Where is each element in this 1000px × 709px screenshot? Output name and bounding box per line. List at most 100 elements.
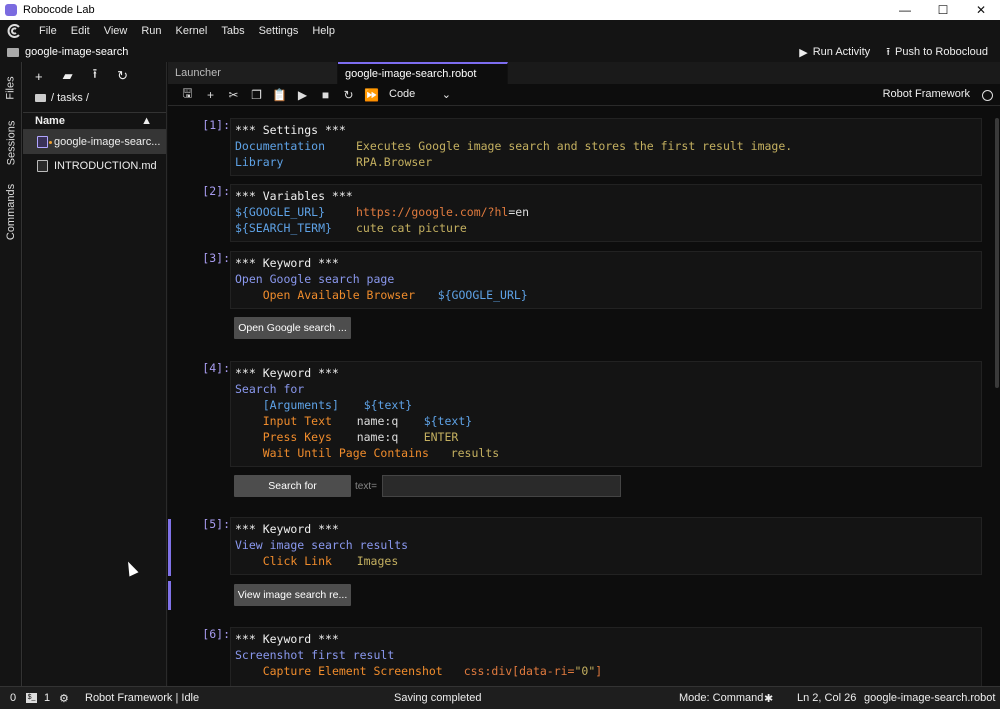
status-count-0[interactable]: 0 bbox=[10, 692, 16, 704]
new-launcher-icon[interactable]: + bbox=[35, 69, 43, 84]
status-bar: 0 $_ 1 ⚙ Robot Framework | Idle Saving c… bbox=[0, 686, 1000, 709]
saving-status: Saving completed bbox=[394, 692, 482, 704]
robot-file-icon bbox=[37, 136, 48, 148]
tab-commands[interactable]: Commands bbox=[0, 182, 22, 242]
refresh-icon[interactable]: ↻ bbox=[117, 68, 128, 84]
file-list-header[interactable]: Name ▲ bbox=[23, 112, 166, 130]
copy-icon[interactable]: ❐ bbox=[245, 88, 268, 102]
folder-icon bbox=[7, 47, 19, 57]
code-cell[interactable]: [1]: *** Settings *** Documentation Execu… bbox=[168, 118, 990, 176]
code-text: Open Google search page bbox=[235, 272, 395, 286]
code-text: name:q bbox=[356, 414, 399, 428]
kernel-name[interactable]: Robot Framework bbox=[883, 88, 970, 100]
minimize-button[interactable]: — bbox=[886, 0, 924, 20]
menu-help[interactable]: Help bbox=[305, 25, 342, 37]
file-item[interactable]: INTRODUCTION.md bbox=[23, 154, 166, 178]
code-text: *** Keyword *** bbox=[235, 256, 339, 270]
code-cell[interactable]: [6]: *** Keyword *** Screenshot first re… bbox=[168, 627, 990, 686]
cursor-position[interactable]: Ln 2, Col 26 bbox=[797, 692, 856, 704]
menu-edit[interactable]: Edit bbox=[64, 25, 97, 37]
bug-icon: ✱ bbox=[764, 693, 774, 705]
window-title: Robocode Lab bbox=[23, 4, 95, 16]
maximize-button[interactable]: ☐ bbox=[924, 0, 962, 20]
add-cell-icon[interactable]: + bbox=[199, 88, 222, 102]
code-text: *** Keyword *** bbox=[235, 366, 339, 380]
run-activity-button[interactable]: ▶ Run Activity bbox=[799, 46, 870, 59]
fast-forward-icon[interactable]: ⏩ bbox=[360, 88, 383, 102]
code-text: View image search results bbox=[235, 538, 409, 552]
restart-icon[interactable]: ↻ bbox=[337, 88, 360, 102]
cell-prompt: [1]: bbox=[202, 118, 230, 132]
menu-view[interactable]: View bbox=[97, 25, 135, 37]
chevron-down-icon: ⌄ bbox=[441, 89, 451, 101]
file-name: INTRODUCTION.md bbox=[54, 160, 157, 172]
search-text-input[interactable] bbox=[382, 475, 621, 497]
document-tabbar: Launcher google-image-search.robot bbox=[168, 62, 1000, 84]
cell-editor[interactable]: *** Keyword *** Open Google search page … bbox=[230, 251, 982, 309]
code-text: [Arguments] bbox=[262, 398, 339, 412]
code-text: =en bbox=[508, 205, 530, 219]
cell-editor[interactable]: *** Variables *** ${GOOGLE_URL} https://g… bbox=[230, 184, 982, 242]
code-text: ] bbox=[595, 664, 603, 678]
code-text: Library bbox=[235, 155, 284, 169]
run-activity-label: Run Activity bbox=[812, 46, 871, 58]
status-count-1[interactable]: 1 bbox=[44, 692, 50, 704]
tab-files-label: Files bbox=[5, 76, 18, 100]
run-icon[interactable]: ▶ bbox=[291, 88, 314, 102]
upload-icon[interactable]: ⭱ bbox=[93, 65, 98, 87]
search-for-button[interactable]: Search for bbox=[234, 475, 351, 497]
markdown-file-icon bbox=[37, 160, 48, 172]
new-folder-icon[interactable]: ▰ bbox=[63, 68, 73, 84]
file-name: google-image-searc... bbox=[54, 136, 161, 148]
cell-editor[interactable]: *** Settings *** Documentation Executes G… bbox=[230, 118, 982, 176]
scrollbar-thumb[interactable] bbox=[995, 118, 999, 388]
close-button[interactable]: ✕ bbox=[962, 0, 1000, 20]
menu-tabs[interactable]: Tabs bbox=[214, 25, 251, 37]
kernel-status[interactable]: Robot Framework | Idle bbox=[85, 692, 199, 704]
tab-sessions[interactable]: Sessions bbox=[0, 118, 22, 168]
code-cell[interactable]: [2]: *** Variables *** ${GOOGLE_URL} http… bbox=[168, 184, 990, 242]
code-text: Press Keys bbox=[262, 430, 332, 444]
code-text: cute cat picture bbox=[356, 221, 467, 235]
cell-editor[interactable]: *** Keyword *** View image search result… bbox=[230, 517, 982, 575]
cell-editor[interactable]: *** Keyword *** Search for [Arguments] ${… bbox=[230, 361, 982, 467]
code-cell[interactable]: [5]: *** Keyword *** View image search r… bbox=[168, 517, 990, 611]
cell-editor[interactable]: *** Keyword *** Screenshot first result … bbox=[230, 627, 982, 686]
menu-bar: File Edit View Run Kernel Tabs Settings … bbox=[0, 20, 1000, 42]
activity-sidebar: Files Sessions Commands bbox=[0, 62, 22, 686]
code-cell[interactable]: [4]: *** Keyword *** Search for [Argumen… bbox=[168, 361, 990, 501]
push-to-robocloud-button[interactable]: ⭱ Push to Robocloud bbox=[886, 43, 988, 62]
file-item[interactable]: google-image-searc... bbox=[23, 130, 166, 154]
code-text: name:q bbox=[356, 430, 399, 444]
open-google-search-button[interactable]: Open Google search ... bbox=[234, 317, 351, 339]
tab-launcher[interactable]: Launcher bbox=[168, 62, 338, 84]
code-text: ${SEARCH_TERM} bbox=[235, 221, 332, 235]
tab-files[interactable]: Files bbox=[0, 68, 22, 108]
view-image-search-results-button[interactable]: View image search re... bbox=[234, 584, 351, 606]
menu-run[interactable]: Run bbox=[134, 25, 168, 37]
code-cell[interactable]: [3]: *** Keyword *** Open Google search … bbox=[168, 251, 990, 347]
stop-icon[interactable]: ■ bbox=[314, 88, 337, 102]
sort-up-icon: ▲ bbox=[141, 115, 152, 127]
notebook-scrollbar[interactable] bbox=[994, 108, 1000, 686]
kernel-usage-icon: ⚙ bbox=[59, 693, 69, 705]
file-browser: + ▰ ⭱ ↻ / tasks / Name ▲ google-image-se… bbox=[23, 62, 167, 686]
tab-google-image-search[interactable]: google-image-search.robot bbox=[338, 62, 508, 84]
file-browser-path: / tasks / bbox=[23, 90, 166, 106]
upload-icon: ⭱ bbox=[886, 45, 891, 58]
code-text: "0" bbox=[574, 664, 596, 678]
code-text: Images bbox=[356, 554, 399, 568]
save-icon[interactable]: 🖫 bbox=[176, 84, 199, 105]
cut-icon[interactable]: ✂ bbox=[222, 88, 245, 102]
name-column-header[interactable]: Name bbox=[35, 115, 65, 127]
notebook: [1]: *** Settings *** Documentation Execu… bbox=[168, 108, 1000, 686]
cell-type-select[interactable]: Code ⌄ bbox=[389, 88, 451, 101]
menu-kernel[interactable]: Kernel bbox=[169, 25, 215, 37]
menu-settings[interactable]: Settings bbox=[252, 25, 306, 37]
paste-icon[interactable]: 📋 bbox=[268, 88, 291, 102]
path-label: / tasks / bbox=[51, 92, 89, 104]
menu-file[interactable]: File bbox=[32, 25, 64, 37]
text-input-label: text= bbox=[355, 481, 377, 492]
code-text: ${text} bbox=[423, 414, 473, 428]
code-text: *** Keyword *** bbox=[235, 522, 339, 536]
